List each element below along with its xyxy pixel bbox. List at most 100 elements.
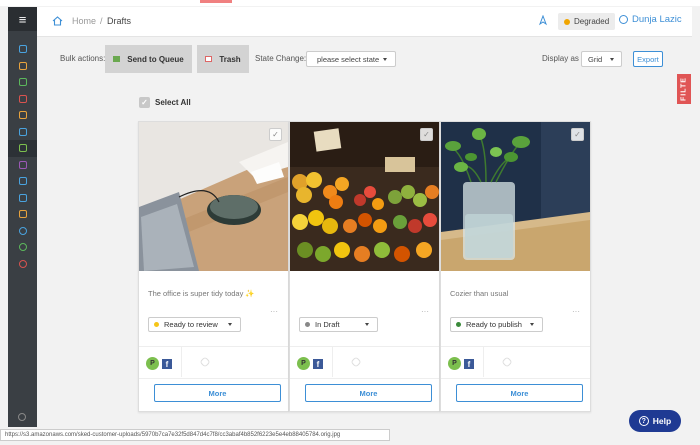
divider (441, 346, 590, 347)
calendar-icon[interactable] (8, 74, 37, 91)
drafts-icon[interactable] (8, 140, 37, 157)
bulk-toolbar: Bulk actions: Send to Queue Trash State … (37, 44, 667, 73)
sidebar: ≡ (8, 7, 37, 427)
status-badge-label: Degraded (574, 17, 610, 26)
avatar: P (448, 357, 461, 370)
select-all-checkbox[interactable]: ✓ (139, 97, 150, 108)
messages-icon[interactable] (8, 173, 37, 190)
link-icon[interactable] (501, 356, 513, 368)
card-checkbox[interactable]: ✓ (420, 128, 433, 141)
alert-icon[interactable] (8, 256, 37, 273)
status-dot (305, 322, 310, 327)
more-button[interactable]: More (305, 384, 432, 402)
post-card[interactable]: ✓ ··· In Draft Pf More (289, 121, 440, 412)
select-all-label: Select All (155, 98, 191, 107)
breadcrumb-separator: / (100, 16, 103, 26)
more-options-icon[interactable]: ··· (421, 307, 429, 316)
status-label: Ready to publish (466, 320, 522, 329)
card-checkbox[interactable]: ✓ (269, 128, 282, 141)
facebook-icon: f (162, 358, 172, 369)
settings-icon[interactable] (18, 413, 26, 421)
bulk-actions-label: Bulk actions: (60, 54, 106, 63)
social-accounts: Pf (448, 357, 474, 370)
question-icon: ? (638, 416, 649, 426)
status-dot (456, 322, 461, 327)
account-icon[interactable] (8, 223, 37, 240)
chevron-down-icon (227, 323, 232, 326)
card-checkbox[interactable]: ✓ (571, 128, 584, 141)
post-caption[interactable]: The office is super tidy today ✨ (148, 289, 255, 298)
status-select[interactable]: Ready to review (148, 317, 241, 332)
status-select[interactable]: In Draft (299, 317, 378, 332)
chevron-down-icon (529, 323, 534, 326)
status-label: In Draft (315, 320, 340, 329)
play-icon[interactable] (8, 239, 37, 256)
home-icon[interactable] (8, 41, 37, 58)
post-image[interactable] (441, 122, 590, 271)
status-badge[interactable]: Degraded (558, 13, 616, 30)
trash-label: Trash (219, 54, 241, 64)
avatar: P (297, 357, 310, 370)
list-icon[interactable] (8, 124, 37, 141)
breadcrumb-home[interactable]: Home (72, 16, 96, 26)
link-icon[interactable] (350, 356, 362, 368)
chevron-down-icon (364, 323, 369, 326)
browser-top-strip (0, 0, 700, 6)
send-to-queue-label: Send to Queue (127, 54, 184, 64)
state-select[interactable]: please select state (306, 51, 396, 67)
home-icon[interactable] (52, 16, 63, 26)
select-all[interactable]: ✓ Select All (139, 97, 191, 108)
filter-tab[interactable]: FILTE (677, 74, 691, 104)
status-dot (564, 18, 570, 25)
status-select[interactable]: Ready to publish (450, 317, 543, 332)
divider (139, 346, 288, 347)
chevron-down-icon (383, 57, 388, 61)
divider (441, 378, 590, 379)
upload-icon[interactable] (8, 58, 37, 75)
photo-icon[interactable] (8, 91, 37, 108)
divider (290, 346, 439, 347)
breadcrumb-current: Drafts (107, 16, 132, 26)
divider (290, 378, 439, 379)
post-image[interactable] (290, 122, 439, 271)
post-card[interactable]: ✓ The office is super tidy today ✨ ··· R… (138, 121, 289, 412)
more-button[interactable]: More (154, 384, 281, 402)
rocket-icon[interactable] (537, 15, 549, 27)
post-image[interactable] (139, 122, 288, 271)
user-menu[interactable]: Dunja Lazic (619, 14, 682, 25)
chevron-down-icon (610, 57, 615, 61)
analytics-icon[interactable] (8, 107, 37, 124)
status-dot (154, 322, 159, 327)
facebook-icon: f (464, 358, 474, 369)
more-button[interactable]: More (456, 384, 583, 402)
inbox-icon[interactable] (8, 157, 37, 174)
status-label: Ready to review (164, 320, 218, 329)
trash-button[interactable]: Trash (197, 45, 249, 73)
help-button[interactable]: ? Help (629, 410, 681, 432)
browser-status-url: https://s3.amazonaws.com/sked-customer-u… (0, 429, 390, 441)
more-options-icon[interactable]: ··· (270, 307, 278, 316)
send-to-queue-button[interactable]: Send to Queue (105, 45, 192, 73)
divider (332, 347, 333, 377)
divider (139, 378, 288, 379)
display-select-value: Grid (588, 54, 603, 64)
display-as-label: Display as (542, 54, 579, 63)
divider (483, 347, 484, 377)
post-card[interactable]: ✓ Cozier than usual ··· Ready to publish… (440, 121, 591, 412)
social-accounts: Pf (146, 357, 172, 370)
divider (181, 347, 182, 377)
link-icon[interactable] (199, 356, 211, 368)
queue-icon (113, 56, 121, 62)
layers-icon[interactable] (8, 206, 37, 223)
more-options-icon[interactable]: ··· (572, 307, 580, 316)
trash-icon (205, 56, 213, 62)
display-select[interactable]: Grid (581, 51, 622, 67)
export-button[interactable]: Export (633, 51, 663, 67)
state-select-value: please select state (317, 54, 380, 64)
menu-icon[interactable]: ≡ (8, 7, 37, 31)
post-caption[interactable]: Cozier than usual (450, 289, 508, 298)
sidebar-nav (8, 41, 37, 272)
avatar: P (146, 357, 159, 370)
users-icon[interactable] (8, 190, 37, 207)
help-label: Help (652, 416, 672, 426)
